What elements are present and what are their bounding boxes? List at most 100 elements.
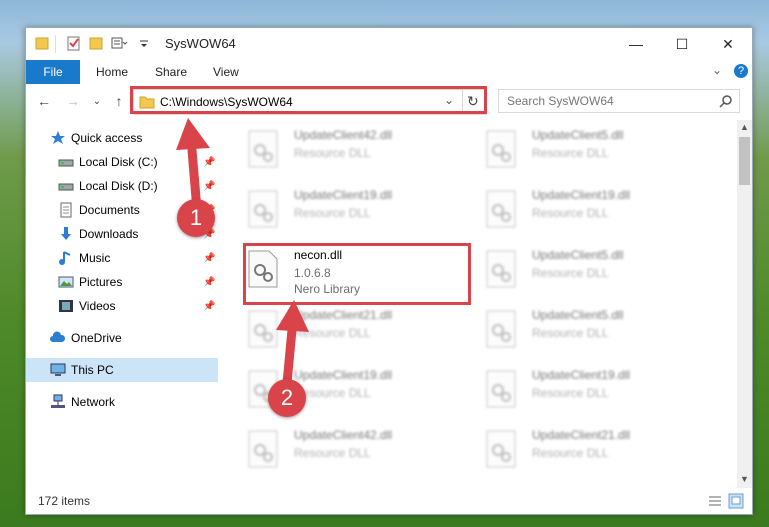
file-description: Resource DLL — [532, 446, 609, 460]
quick-access-dropdown-icon[interactable] — [139, 40, 149, 58]
details-view-icon[interactable] — [707, 494, 723, 508]
file-description: Resource DLL — [294, 446, 371, 460]
cloud-icon — [50, 331, 66, 342]
nav-onedrive[interactable]: OneDrive — [26, 326, 218, 350]
videos-icon — [59, 300, 73, 312]
file-name: UpdateClient5.dll — [532, 128, 624, 142]
item-count: 172 items — [38, 494, 91, 508]
star-icon — [51, 131, 65, 144]
file-tile[interactable]: UpdateClient19.dll Resource DLL — [486, 186, 706, 238]
file-name: UpdateClient19.dll — [532, 368, 631, 382]
file-highlight — [243, 243, 471, 305]
file-tile[interactable]: UpdateClient5.dll Resource DLL — [486, 126, 706, 178]
tab-file[interactable]: File — [26, 60, 80, 84]
dll-file-icon — [486, 250, 516, 288]
documents-icon — [60, 202, 72, 218]
window-title: SysWOW64 — [165, 36, 236, 51]
nav-quick-access[interactable]: Quick access — [26, 126, 218, 150]
expand-ribbon-icon[interactable]: ⌄ — [712, 63, 722, 77]
help-icon[interactable]: ? — [734, 64, 748, 78]
file-tile[interactable]: UpdateClient42.dll Resource DLL — [248, 426, 468, 478]
maximize-button[interactable]: ☐ — [659, 28, 705, 60]
back-arrow-icon[interactable]: ← — [35, 92, 53, 110]
pin-icon[interactable]: 📌 — [203, 181, 215, 192]
nav-label: Local Disk (C:) — [79, 155, 158, 169]
file-name: UpdateClient21.dll — [532, 428, 631, 442]
file-tile[interactable]: UpdateClient19.dll Resource DLL — [486, 366, 706, 418]
scroll-up-icon[interactable]: ▲ — [740, 122, 749, 132]
nav-pictures[interactable]: Pictures 📌 — [26, 270, 218, 294]
dll-file-icon — [486, 130, 516, 168]
vertical-scrollbar[interactable]: ▲ ▼ — [737, 120, 752, 488]
pin-icon[interactable]: 📌 — [203, 157, 215, 168]
dll-file-icon — [248, 130, 278, 168]
nav-label: Network — [71, 395, 116, 409]
nav-this-pc[interactable]: This PC — [26, 358, 218, 382]
nav-local-disk-c[interactable]: Local Disk (C:) 📌 — [26, 150, 218, 174]
up-arrow-icon[interactable]: ↑ — [110, 92, 128, 110]
file-description: Resource DLL — [532, 386, 609, 400]
dll-file-icon — [248, 430, 278, 468]
file-tile[interactable]: UpdateClient42.dll Resource DLL — [248, 126, 468, 178]
file-tile[interactable]: UpdateClient19.dll Resource DLL — [248, 186, 468, 238]
file-name: UpdateClient19.dll — [532, 188, 631, 202]
callout-badge-two: 2 — [268, 379, 306, 417]
ribbon-tabs: File Home Share View ⌄ ? — [26, 60, 752, 84]
drive-icon — [58, 183, 74, 191]
tab-view[interactable]: View — [213, 60, 239, 84]
nav-label: Quick access — [71, 131, 143, 145]
file-description: Resource DLL — [294, 206, 371, 220]
nav-label: This PC — [71, 363, 114, 377]
search-placeholder: Search SysWOW64 — [507, 94, 614, 108]
dll-file-icon — [486, 370, 516, 408]
forward-arrow-icon[interactable]: → — [64, 92, 82, 110]
dll-file-icon — [486, 310, 516, 348]
file-tile[interactable]: UpdateClient5.dll Resource DLL — [486, 306, 706, 358]
dll-file-icon — [248, 310, 278, 348]
tab-home[interactable]: Home — [96, 60, 128, 84]
file-description: Resource DLL — [532, 326, 609, 340]
search-input[interactable]: Search SysWOW64 — [498, 89, 740, 113]
file-tile[interactable]: UpdateClient5.dll Resource DLL — [486, 246, 706, 298]
nav-network[interactable]: Network — [26, 390, 218, 414]
file-explorer-window: SysWOW64 — ☐ ✕ File Home Share View ⌄ ? … — [25, 27, 753, 515]
new-folder-icon[interactable] — [89, 35, 103, 53]
nav-music[interactable]: Music 📌 — [26, 246, 218, 270]
pin-icon[interactable]: 📌 — [203, 277, 215, 288]
callout-badge-one: 1 — [177, 199, 215, 237]
address-bar-highlight — [130, 86, 487, 114]
file-name: UpdateClient19.dll — [294, 368, 393, 382]
dll-file-icon — [248, 190, 278, 228]
dll-file-icon — [486, 190, 516, 228]
nav-label: Documents — [79, 203, 140, 217]
customize-toolbar-icon[interactable] — [111, 35, 129, 53]
scroll-down-icon[interactable]: ▼ — [740, 474, 749, 484]
properties-icon[interactable] — [67, 35, 81, 53]
scrollbar-thumb[interactable] — [739, 137, 750, 185]
pictures-icon — [58, 276, 74, 288]
file-name: UpdateClient42.dll — [294, 128, 393, 142]
status-bar: 172 items — [26, 488, 752, 514]
nav-label: Music — [79, 251, 111, 265]
file-name: UpdateClient21.dll — [294, 308, 393, 322]
file-name: UpdateClient42.dll — [294, 428, 393, 442]
file-tile[interactable]: UpdateClient21.dll Resource DLL — [248, 306, 468, 358]
minimize-button[interactable]: — — [613, 28, 659, 60]
pin-icon[interactable]: 📌 — [203, 253, 215, 264]
nav-local-disk-d[interactable]: Local Disk (D:) 📌 — [26, 174, 218, 198]
folder-icon — [35, 37, 49, 50]
nav-label: Local Disk (D:) — [79, 179, 158, 193]
navigation-pane: Quick access Local Disk (C:) 📌 Local Dis… — [26, 120, 218, 488]
file-tile[interactable]: UpdateClient21.dll Resource DLL — [486, 426, 706, 478]
nav-label: OneDrive — [71, 331, 122, 345]
file-description: Resource DLL — [294, 326, 371, 340]
pin-icon[interactable]: 📌 — [203, 301, 215, 312]
large-icons-view-icon[interactable] — [728, 493, 744, 509]
file-name: UpdateClient5.dll — [532, 308, 624, 322]
recent-locations-icon[interactable]: ⌄ — [88, 92, 106, 110]
close-button[interactable]: ✕ — [705, 28, 751, 60]
nav-videos[interactable]: Videos 📌 — [26, 294, 218, 318]
file-description: Resource DLL — [532, 266, 609, 280]
network-icon — [51, 394, 65, 408]
tab-share[interactable]: Share — [155, 60, 187, 84]
